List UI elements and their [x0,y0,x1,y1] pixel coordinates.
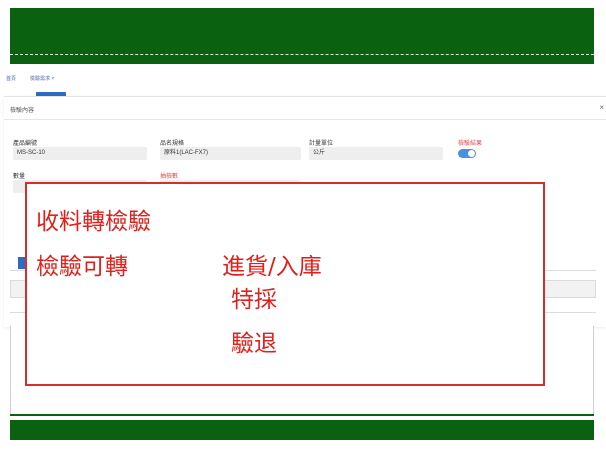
unit-label: 計量單位 [309,141,334,147]
header-dashed-divider [10,54,594,55]
annotation-option-reject-return: 驗退 [231,331,277,357]
annotation-overlay: 收料轉檢驗 檢驗可轉 進貨/入庫 特採 驗退 [25,182,545,386]
annotation-option-special-acceptance: 特採 [231,287,277,313]
inspection-result-label: 檢驗結果 [458,141,483,147]
bottom-footer-band [10,420,594,440]
product-name-field[interactable]: 原料1(LAC-FX7) [160,147,301,160]
footer-divider [10,414,594,416]
product-code-field[interactable]: MS-SC-10 [13,147,147,160]
toggle-knob [468,150,475,157]
modal-header: 檢驗內容 × [4,97,606,120]
annotation-line-inspection-can-convert: 檢驗可轉 [36,254,128,280]
partial-link[interactable] [18,236,19,242]
top-header-band [10,8,594,64]
sample-quantity-label: 抽檢數 [160,174,179,180]
close-icon[interactable]: × [599,103,604,112]
unit-field[interactable]: 公斤 [309,147,443,160]
breadcrumb: 首頁 檢驗需求 × [6,75,54,82]
product-name-label: 品名規格 [160,141,185,147]
annotation-line-receive-to-inspect: 收料轉檢驗 [36,209,151,235]
quantity-label: 數量 [13,174,26,180]
breadcrumb-tab-inspection[interactable]: 檢驗需求 × [30,75,54,82]
breadcrumb-home[interactable]: 首頁 [6,75,16,82]
inspection-result-toggle[interactable] [458,149,476,158]
product-code-label: 產品編號 [13,141,38,147]
modal-title: 檢驗內容 [10,108,35,114]
annotation-option-purchase-receipt: 進貨/入庫 [222,254,322,280]
required-field-hint [13,204,14,210]
